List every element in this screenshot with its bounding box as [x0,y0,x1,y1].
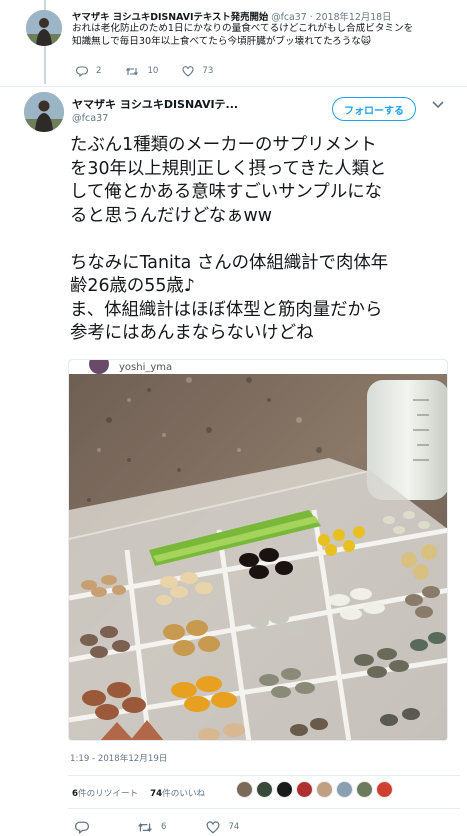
reply-text-line: おれは老化防止のため1日にかなりの量食べてるけどこれがもし合成ビタミンを [72,23,414,34]
heart-icon [182,65,194,77]
retweet-button[interactable]: 10 [125,64,158,78]
liker-avatar[interactable] [276,781,293,798]
reply-button[interactable]: 2 [76,64,101,78]
like-count: 73 [202,66,214,76]
like-count: 74 [228,822,240,832]
reply-icon [75,821,89,834]
main-action-bar: 6 74 [75,820,279,834]
main-author-name[interactable]: ヤマザキ ヨシユキDISNAVIテ... [72,96,238,112]
liker-avatars [236,781,396,798]
engagement-stats: 6件のリツイート 74件のいいね [72,787,205,799]
retweet-icon [138,822,152,832]
retweet-count: 6 [161,822,167,832]
reply-header: ヤマザキ ヨシユキDISNAVIテキスト発売開始 @fca37 · 2018年1… [72,9,392,23]
tweet-timestamp[interactable]: 1:19 - 2018年12月19日 [70,752,167,764]
like-total[interactable]: 74 [150,789,162,799]
reply-tweet[interactable]: ヤマザキ ヨシユキDISNAVIテキスト発売開始 @fca37 · 2018年1… [0,0,467,86]
reply-text: おれは老化防止のため1日にかなりの量食べてるけどこれがもし合成ビタミンを 知識無… [72,22,460,48]
chevron-down-icon[interactable] [432,101,444,109]
retweet-total-label[interactable]: 件のリツイート [78,789,138,799]
tweet-text-line: ま、体組織計はほぼ体型と筋肉量だから [70,299,383,320]
liker-avatar[interactable] [336,781,353,798]
like-total-label[interactable]: 件のいいね [162,789,205,799]
like-button[interactable]: 74 [206,820,239,834]
retweet-count: 10 [147,66,159,76]
reply-action-bar: 2 10 73 [76,64,237,78]
liker-avatar[interactable] [296,781,313,798]
tweet-text-line: して俺とかある意味すごいサンプルにな [70,182,382,202]
tweet-text-line: 齢26歳の55歳♪ [70,276,195,296]
tweet-text-line: ると思うんだけどなぁww [70,205,273,226]
reply-text-fragment: 知識無しで毎日30年以上食べてたら今頃肝臓がブッ壊れてたろうな [72,36,361,47]
liker-avatar[interactable] [256,781,273,798]
tweet-text-line: を30年以上規則正しく摂ってきた人類と [70,158,387,179]
reply-count: 2 [96,66,102,76]
divider [68,808,460,809]
liker-avatar[interactable] [316,781,333,798]
reply-button[interactable] [75,820,97,834]
retweet-icon [126,67,139,75]
tweet-text-line: 参考にはあんまならないけどね [70,323,314,343]
main-tweet-text: たぶん1種類のメーカーのサプリメント を30年以上規則正しく摂ってきた人類と し… [70,134,462,346]
retweet-button[interactable]: 6 [137,820,166,834]
main-avatar[interactable] [24,92,64,132]
like-button[interactable]: 73 [182,64,213,78]
heart-icon [206,820,220,834]
main-author-handle[interactable]: @fca37 [72,113,108,124]
divider [0,86,467,87]
divider [68,775,460,776]
liker-avatar[interactable] [236,781,253,798]
liker-avatar[interactable] [376,781,393,798]
reply-icon [76,65,88,77]
tweet-text-line: たぶん1種類のメーカーのサプリメント [70,135,377,155]
reply-text-line: 知識無しで毎日30年以上食べてたら今頃肝臓がブッ壊れてたろうな🙀 [72,35,460,48]
follow-button[interactable]: フォローする [332,97,416,121]
tweet-text-line: ちなみにTanita さんの体組織計で肉体年 [70,252,389,273]
photo-caption: yoshi_yma [119,362,172,373]
supplement-photo[interactable]: yoshi_yma [68,359,448,741]
avatar[interactable] [26,10,62,46]
scream-emoji: 🙀 [360,36,371,47]
liker-avatar[interactable] [356,781,373,798]
